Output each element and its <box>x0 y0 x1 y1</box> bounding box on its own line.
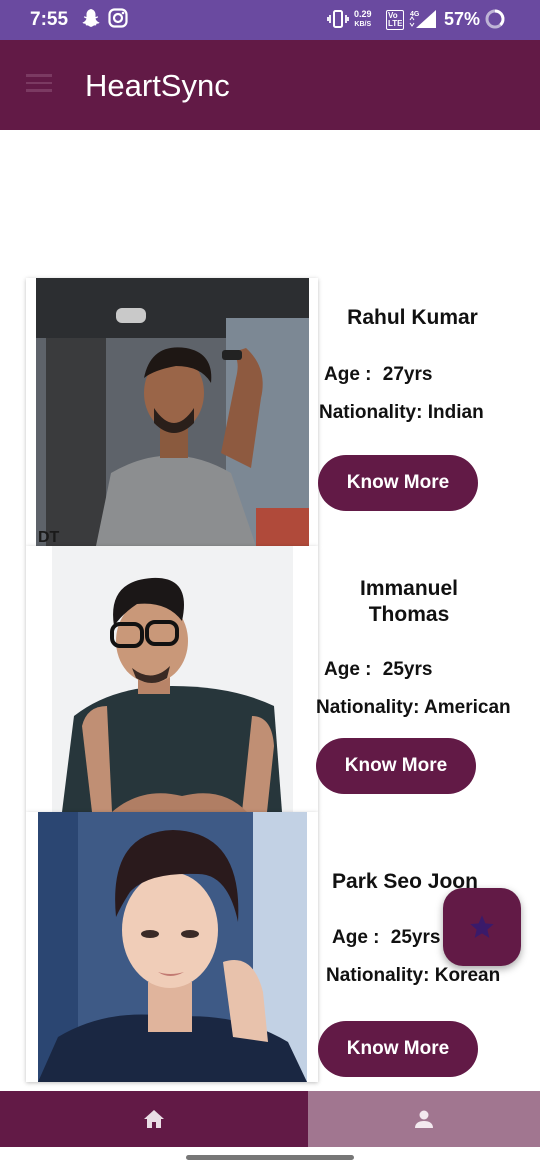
snapchat-icon <box>80 8 100 35</box>
vibrate-icon <box>327 8 349 35</box>
app-title: HeartSync <box>85 68 230 103</box>
profile-photo: DT <box>36 278 309 546</box>
app-bar: HeartSync <box>0 40 540 130</box>
network-speed-unit: KB/S <box>354 21 372 28</box>
gesture-bar <box>186 1155 354 1160</box>
network-speed-value: 0.29 <box>354 9 372 19</box>
profile-card[interactable] <box>26 546 318 812</box>
profile-age: Age : 25yrs <box>332 927 440 949</box>
nationality-value: Korean <box>434 965 501 986</box>
age-label: Age : <box>332 927 380 948</box>
star-icon <box>470 915 494 938</box>
profile-card[interactable]: DT <box>26 278 318 546</box>
nationality-label: Nationality: <box>319 402 423 423</box>
profile-card[interactable] <box>26 812 318 1082</box>
profile-age: Age : 25yrs <box>324 659 432 681</box>
svg-text:DT: DT <box>38 529 60 546</box>
profile-photo <box>52 546 293 812</box>
know-more-button[interactable]: Know More <box>318 1021 478 1077</box>
profile-nationality: Nationality: American <box>316 697 511 719</box>
profile-age: Age : 27yrs <box>324 364 432 386</box>
nationality-value: Indian <box>427 402 484 423</box>
network-speed: 0.29 KB/S <box>354 10 372 29</box>
profile-name: Immanuel Thomas <box>359 577 459 626</box>
menu-icon <box>26 74 52 77</box>
favorites-fab[interactable] <box>443 888 521 966</box>
age-label: Age : <box>324 364 372 385</box>
battery-percent: 57% <box>444 9 481 29</box>
bottom-navigation <box>0 1091 540 1147</box>
age-value: 25yrs <box>382 659 433 680</box>
person-icon <box>415 1110 433 1128</box>
battery-icon <box>484 8 506 35</box>
age-label: Age : <box>324 659 372 680</box>
signal-icon: 4G <box>408 8 438 35</box>
nationality-label: Nationality: <box>326 965 430 986</box>
instagram-icon <box>108 8 128 33</box>
age-value: 27yrs <box>382 364 433 385</box>
age-value: 25yrs <box>390 927 441 948</box>
status-time: 7:55 <box>30 9 69 30</box>
status-bar: 7:55 0.29 KB/S Vo LTE 4G 57% <box>0 0 540 40</box>
know-more-button[interactable]: Know More <box>316 738 476 794</box>
profile-nationality: Nationality: Indian <box>319 402 484 424</box>
profile-photo <box>38 812 307 1082</box>
nav-home-tab[interactable] <box>0 1091 308 1147</box>
know-more-button[interactable]: Know More <box>318 455 478 511</box>
volte-badge: Vo LTE <box>386 10 404 30</box>
menu-button[interactable] <box>26 74 52 96</box>
profile-name: Rahul Kumar <box>347 306 478 329</box>
nationality-value: American <box>424 697 511 718</box>
home-icon <box>144 1110 164 1128</box>
nationality-label: Nationality: <box>316 697 420 718</box>
nav-profile-tab[interactable] <box>308 1091 540 1147</box>
profile-nationality: Nationality: Korean <box>326 965 500 987</box>
